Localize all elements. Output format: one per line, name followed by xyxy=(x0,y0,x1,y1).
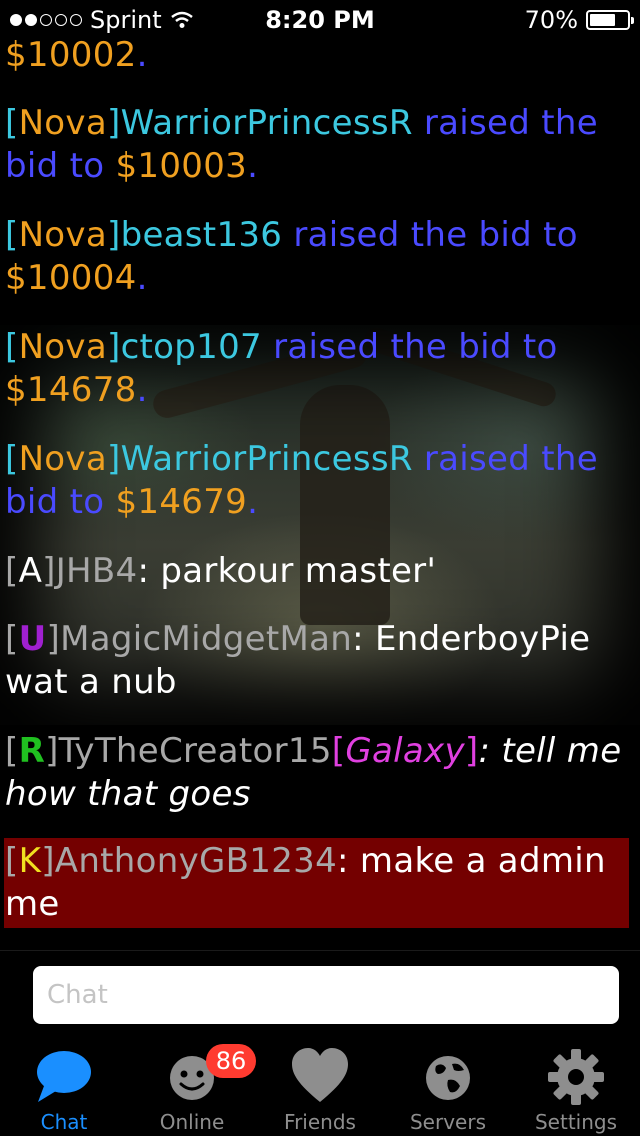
chat-message: [R]TyTheCreator15[Galaxy]: tell me how t… xyxy=(5,731,633,814)
tab-friends[interactable]: Friends xyxy=(256,1036,384,1136)
tab-label: Settings xyxy=(534,1110,618,1134)
username[interactable]: beast136 xyxy=(121,215,283,255)
tab-label: Servers xyxy=(409,1110,486,1134)
username[interactable]: AnthonyGB1234 xyxy=(55,841,337,881)
tab-chat[interactable]: Chat xyxy=(0,1036,128,1136)
heart-icon xyxy=(292,1048,348,1102)
status-right: 70% xyxy=(524,6,634,34)
tab-servers[interactable]: Servers xyxy=(384,1036,512,1136)
group-tag: Galaxy xyxy=(345,731,465,771)
chat-log[interactable]: $10002. [Nova]WarriorPrincessR raised th… xyxy=(0,0,640,950)
chat-message: [Nova]WarriorPrincessR raised the bid to… xyxy=(5,103,610,186)
chat-input[interactable] xyxy=(33,966,619,1024)
chat-message: [Nova]beast136 raised the bid to $10004. xyxy=(5,215,590,298)
username[interactable]: TyTheCreator15 xyxy=(59,731,332,771)
online-count-badge: 86 xyxy=(206,1044,256,1078)
chat-message: [Nova]ctop107 raised the bid to $14678. xyxy=(5,327,569,410)
battery-icon xyxy=(586,10,634,30)
rank-tag: Nova xyxy=(18,439,107,479)
system-text: raised the bid to xyxy=(261,327,569,367)
globe-icon xyxy=(426,1056,470,1100)
tab-settings[interactable]: Settings xyxy=(512,1036,640,1136)
highlighted-chat-message: [K]AnthonyGB1234: make a admin me xyxy=(4,838,629,928)
rank-tag: R xyxy=(18,731,46,771)
bid-amount: $14678 xyxy=(5,370,137,410)
rank-tag: Nova xyxy=(18,327,107,367)
rank-tag: Nova xyxy=(18,103,107,143)
chat-message: [U]MagicMidgetMan: EnderboyPie wat a nub xyxy=(5,619,602,702)
period: . xyxy=(136,35,148,75)
bid-amount: $10002 xyxy=(5,35,137,75)
username[interactable]: MagicMidgetMan xyxy=(60,619,352,659)
bid-amount: $14679 xyxy=(115,482,248,522)
chat-message: [Nova]WarriorPrincessR raised the bid to… xyxy=(5,439,610,522)
system-text: raised the bid to xyxy=(282,215,590,255)
chat-message: $10002. xyxy=(5,34,629,77)
chat-input-bar xyxy=(0,950,640,1037)
battery-fill xyxy=(590,14,616,26)
username[interactable]: ctop107 xyxy=(121,327,262,367)
tab-bar: Chat 86 Online Friends Servers Settings xyxy=(0,1036,640,1136)
tab-label: Friends xyxy=(284,1110,356,1134)
gear-icon xyxy=(548,1049,604,1105)
chat-message: [A]JHB4: parkour master' xyxy=(5,551,437,591)
tab-label: Online xyxy=(159,1110,225,1134)
rank-tag: K xyxy=(18,841,42,881)
battery-percent: 70% xyxy=(524,6,578,34)
bid-amount: $10003 xyxy=(115,146,248,186)
rank-tag: U xyxy=(18,619,47,659)
username[interactable]: WarriorPrincessR xyxy=(121,103,413,143)
message-text: parkour master' xyxy=(160,551,437,591)
bid-amount: $10004 xyxy=(5,258,137,298)
username[interactable]: JHB4 xyxy=(56,551,138,591)
status-bar: Sprint 8:20 PM 70% xyxy=(0,0,640,40)
chat-bubble-icon xyxy=(37,1051,91,1102)
rank-tag: Nova xyxy=(18,215,107,255)
rank-tag: A xyxy=(18,551,43,591)
username[interactable]: WarriorPrincessR xyxy=(121,439,413,479)
tab-online[interactable]: 86 Online xyxy=(128,1036,256,1136)
tab-label: Chat xyxy=(40,1110,88,1134)
